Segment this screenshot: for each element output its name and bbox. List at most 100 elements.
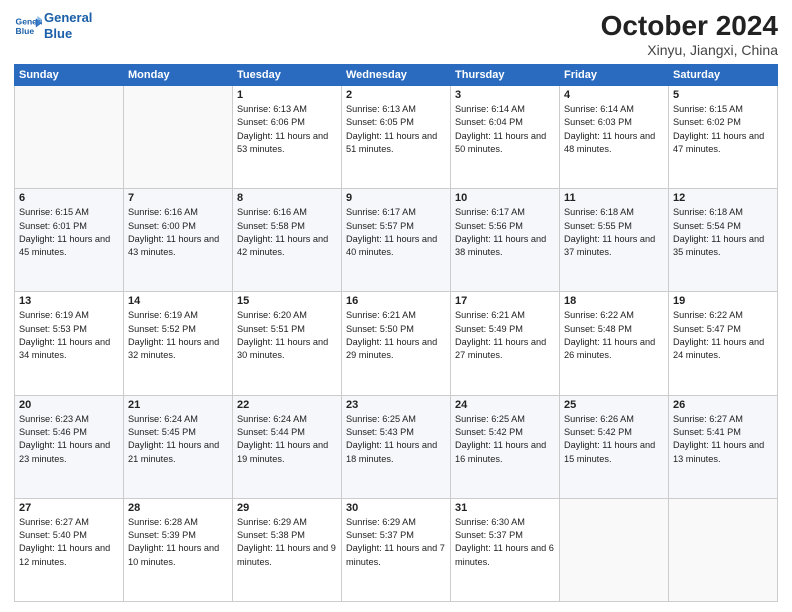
day-number: 6 — [19, 192, 119, 204]
info-line: Sunrise: 6:25 AM — [455, 414, 525, 424]
info-line: Sunrise: 6:14 AM — [455, 104, 525, 114]
day-cell: 18Sunrise: 6:22 AMSunset: 5:48 PMDayligh… — [560, 292, 669, 395]
day-info: Sunrise: 6:17 AMSunset: 5:57 PMDaylight:… — [346, 206, 446, 259]
info-line: Daylight: 11 hours and 30 minutes. — [237, 337, 328, 360]
info-line: Sunset: 5:46 PM — [19, 427, 87, 437]
day-info: Sunrise: 6:27 AMSunset: 5:41 PMDaylight:… — [673, 413, 773, 466]
day-number: 20 — [19, 399, 119, 411]
info-line: Sunrise: 6:29 AM — [346, 517, 416, 527]
day-number: 13 — [19, 295, 119, 307]
info-line: Daylight: 11 hours and 13 minutes. — [673, 440, 764, 463]
day-info: Sunrise: 6:21 AMSunset: 5:50 PMDaylight:… — [346, 309, 446, 362]
info-line: Daylight: 11 hours and 9 minutes. — [237, 543, 336, 566]
info-line: Sunrise: 6:21 AM — [455, 310, 525, 320]
info-line: Daylight: 11 hours and 47 minutes. — [673, 131, 764, 154]
info-line: Sunset: 5:57 PM — [346, 221, 414, 231]
day-cell: 10Sunrise: 6:17 AMSunset: 5:56 PMDayligh… — [451, 189, 560, 292]
day-cell: 7Sunrise: 6:16 AMSunset: 6:00 PMDaylight… — [124, 189, 233, 292]
day-number: 24 — [455, 399, 555, 411]
info-line: Sunset: 5:49 PM — [455, 324, 523, 334]
weekday-tuesday: Tuesday — [233, 65, 342, 86]
day-cell: 4Sunrise: 6:14 AMSunset: 6:03 PMDaylight… — [560, 86, 669, 189]
info-line: Daylight: 11 hours and 18 minutes. — [346, 440, 437, 463]
info-line: Daylight: 11 hours and 45 minutes. — [19, 234, 110, 257]
day-number: 28 — [128, 502, 228, 514]
week-row-1: 1Sunrise: 6:13 AMSunset: 6:06 PMDaylight… — [15, 86, 778, 189]
info-line: Sunset: 5:42 PM — [564, 427, 632, 437]
info-line: Sunset: 5:40 PM — [19, 530, 87, 540]
info-line: Daylight: 11 hours and 38 minutes. — [455, 234, 546, 257]
info-line: Sunrise: 6:22 AM — [673, 310, 743, 320]
day-number: 22 — [237, 399, 337, 411]
info-line: Daylight: 11 hours and 34 minutes. — [19, 337, 110, 360]
day-cell — [669, 498, 778, 601]
day-info: Sunrise: 6:29 AMSunset: 5:38 PMDaylight:… — [237, 516, 337, 569]
info-line: Sunrise: 6:27 AM — [19, 517, 89, 527]
info-line: Sunset: 5:53 PM — [19, 324, 87, 334]
weekday-saturday: Saturday — [669, 65, 778, 86]
day-info: Sunrise: 6:22 AMSunset: 5:47 PMDaylight:… — [673, 309, 773, 362]
logo: General Blue GeneralBlue — [14, 10, 92, 41]
info-line: Sunrise: 6:26 AM — [564, 414, 634, 424]
info-line: Daylight: 11 hours and 19 minutes. — [237, 440, 328, 463]
day-cell: 5Sunrise: 6:15 AMSunset: 6:02 PMDaylight… — [669, 86, 778, 189]
day-info: Sunrise: 6:15 AMSunset: 6:02 PMDaylight:… — [673, 103, 773, 156]
info-line: Daylight: 11 hours and 15 minutes. — [564, 440, 655, 463]
day-info: Sunrise: 6:29 AMSunset: 5:37 PMDaylight:… — [346, 516, 446, 569]
day-info: Sunrise: 6:19 AMSunset: 5:53 PMDaylight:… — [19, 309, 119, 362]
info-line: Daylight: 11 hours and 37 minutes. — [564, 234, 655, 257]
info-line: Daylight: 11 hours and 50 minutes. — [455, 131, 546, 154]
info-line: Daylight: 11 hours and 35 minutes. — [673, 234, 764, 257]
title-block: October 2024 Xinyu, Jiangxi, China — [601, 10, 778, 58]
info-line: Sunset: 6:01 PM — [19, 221, 87, 231]
info-line: Sunset: 5:55 PM — [564, 221, 632, 231]
info-line: Sunset: 5:44 PM — [237, 427, 305, 437]
day-cell: 13 Sunrise: 6:19 AMSunset: 5:53 PMDayligh… — [15, 292, 124, 395]
calendar: SundayMondayTuesdayWednesdayThursdayFrid… — [14, 64, 778, 602]
weekday-header: SundayMondayTuesdayWednesdayThursdayFrid… — [15, 65, 778, 86]
day-number: 8 — [237, 192, 337, 204]
day-cell: 20Sunrise: 6:23 AMSunset: 5:46 PMDayligh… — [15, 395, 124, 498]
day-cell: 17Sunrise: 6:21 AMSunset: 5:49 PMDayligh… — [451, 292, 560, 395]
calendar-body: 1Sunrise: 6:13 AMSunset: 6:06 PMDaylight… — [15, 86, 778, 602]
info-line: Sunset: 5:38 PM — [237, 530, 305, 540]
day-number: 21 — [128, 399, 228, 411]
day-number: 2 — [346, 89, 446, 101]
day-number: 16 — [346, 295, 446, 307]
month-title: October 2024 — [601, 10, 778, 42]
info-line: Daylight: 11 hours and 27 minutes. — [455, 337, 546, 360]
day-cell: 28 Sunrise: 6:28 AMSunset: 5:39 PMDayligh… — [124, 498, 233, 601]
info-line: Daylight: 11 hours and 29 minutes. — [346, 337, 437, 360]
week-row-5: 27Sunrise: 6:27 AMSunset: 5:40 PMDayligh… — [15, 498, 778, 601]
info-line: Daylight: 11 hours and 21 minutes. — [128, 440, 219, 463]
weekday-monday: Monday — [124, 65, 233, 86]
info-line: Sunset: 5:43 PM — [346, 427, 414, 437]
day-number: 31 — [455, 502, 555, 514]
logo-icon: General Blue — [14, 12, 42, 40]
info-line: Daylight: 11 hours and 6 minutes. — [455, 543, 554, 566]
day-cell: 9Sunrise: 6:17 AMSunset: 5:57 PMDaylight… — [342, 189, 451, 292]
info-line: Sunset: 5:58 PM — [237, 221, 305, 231]
info-line: Sunrise: 6:24 AM — [237, 414, 307, 424]
day-number: 10 — [455, 192, 555, 204]
day-info: Sunrise: 6:27 AMSunset: 5:40 PMDaylight:… — [19, 516, 119, 569]
day-info: Sunrise: 6:16 AMSunset: 6:00 PMDaylight:… — [128, 206, 228, 259]
day-info: Sunrise: 6:13 AMSunset: 6:06 PMDaylight:… — [237, 103, 337, 156]
day-info: Sunrise: 6:28 AMSunset: 5:39 PMDaylight:… — [128, 516, 228, 569]
day-cell — [15, 86, 124, 189]
day-number: 15 — [237, 295, 337, 307]
day-number: 4 — [564, 89, 664, 101]
info-line: Sunset: 5:37 PM — [346, 530, 414, 540]
info-line: Sunrise: 6:16 AM — [128, 207, 198, 217]
day-number: 30 — [346, 502, 446, 514]
info-line: Sunset: 5:41 PM — [673, 427, 741, 437]
day-number: 12 — [673, 192, 773, 204]
day-info: Sunrise: 6:16 AMSunset: 5:58 PMDaylight:… — [237, 206, 337, 259]
day-cell: 12Sunrise: 6:18 AMSunset: 5:54 PMDayligh… — [669, 189, 778, 292]
location: Xinyu, Jiangxi, China — [601, 42, 778, 58]
info-line: Sunrise: 6:22 AM — [564, 310, 634, 320]
day-info: Sunrise: 6:13 AMSunset: 6:05 PMDaylight:… — [346, 103, 446, 156]
day-cell: 21Sunrise: 6:24 AMSunset: 5:45 PMDayligh… — [124, 395, 233, 498]
day-cell: 1Sunrise: 6:13 AMSunset: 6:06 PMDaylight… — [233, 86, 342, 189]
day-info: Sunrise: 6:14 AMSunset: 6:04 PMDaylight:… — [455, 103, 555, 156]
